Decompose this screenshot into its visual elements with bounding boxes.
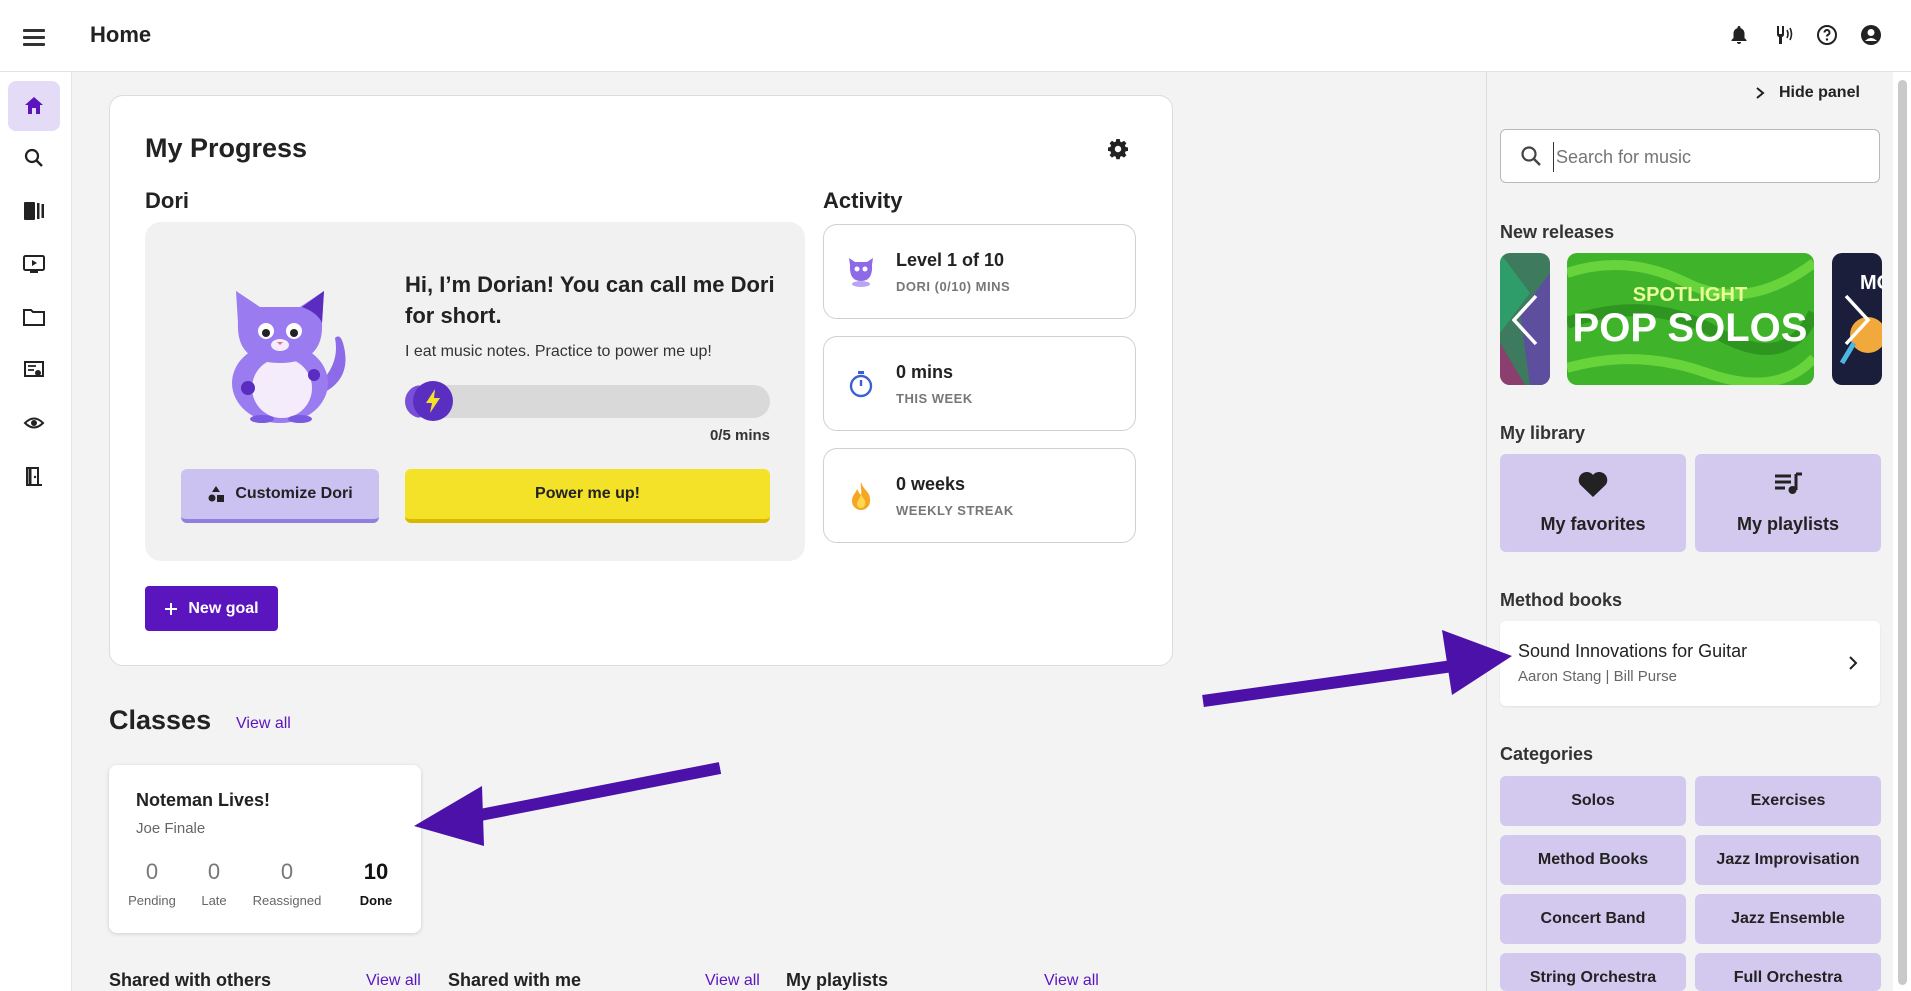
heart-icon (1500, 470, 1686, 498)
left-nav (0, 72, 72, 991)
practice-progress-bar (405, 385, 770, 418)
activity-sub-text: DORI (0/10) MINS (896, 279, 1011, 294)
category-full-orchestra[interactable]: Full Orchestra (1695, 953, 1881, 991)
activity-level-card[interactable]: Level 1 of 10 DORI (0/10) MINS (823, 224, 1136, 319)
plus-icon (165, 602, 178, 615)
shared-with-others-view-all[interactable]: View all (366, 972, 421, 990)
top-bar: Home (0, 0, 1911, 72)
category-solos[interactable]: Solos (1500, 776, 1686, 826)
pop-solos-label: POP SOLOS (1573, 306, 1808, 350)
release-tile-pop-solos[interactable]: SPOTLIGHT POP SOLOS (1567, 253, 1814, 385)
dori-greeting: Hi, I’m Dorian! You can call me Dori for… (405, 272, 775, 328)
activity-title-text: 0 mins (896, 362, 954, 382)
release-tile-partial-text: MO (1860, 272, 1882, 294)
video-icon[interactable] (8, 239, 60, 289)
customize-dori-button[interactable]: Customize Dori (181, 469, 379, 523)
activity-streak-card[interactable]: 0 weeks WEEKLY STREAK (823, 448, 1136, 543)
search-icon (1519, 144, 1543, 173)
stopwatch-icon (844, 367, 878, 401)
search-input[interactable] (1553, 142, 1863, 172)
my-playlists-button[interactable]: My playlists (1695, 454, 1881, 552)
top-actions (1727, 22, 1883, 48)
dori-title: Dori (145, 188, 189, 213)
folder-icon[interactable] (8, 292, 60, 342)
home-icon[interactable] (8, 81, 60, 131)
activity-sub-text: WEEKLY STREAK (896, 503, 1014, 518)
classes-view-all-link[interactable]: View all (236, 715, 291, 733)
account-icon[interactable] (1859, 22, 1883, 48)
category-exercises[interactable]: Exercises (1695, 776, 1881, 826)
page-title: Home (90, 22, 152, 47)
practice-minutes: 0/5 mins (709, 427, 770, 444)
chevron-right-icon (1756, 87, 1765, 99)
class-title: Noteman Lives! (136, 790, 271, 810)
activity-title-text: Level 1 of 10 (896, 250, 1005, 270)
class-teacher: Joe Finale (136, 820, 206, 837)
dori-subtext: I eat music notes. Practice to power me … (405, 343, 712, 360)
category-jazz-ensemble[interactable]: Jazz Ensemble (1695, 894, 1881, 944)
my-playlists-view-all[interactable]: View all (1044, 972, 1099, 990)
my-library-title: My library (1500, 423, 1586, 443)
scrollbar-thumb[interactable] (1898, 80, 1907, 985)
shapes-icon (208, 486, 225, 502)
flame-icon (844, 479, 878, 513)
hide-panel-label: Hide panel (1779, 84, 1860, 101)
help-icon[interactable] (1815, 22, 1839, 48)
certificate-icon[interactable] (8, 345, 60, 395)
power-me-up-button[interactable]: Power me up! (405, 469, 770, 523)
lightning-icon (413, 381, 453, 421)
method-book-title: Sound Innovations for Guitar (1518, 641, 1748, 661)
category-jazz-improvisation[interactable]: Jazz Improvisation (1695, 835, 1881, 885)
categories-title: Categories (1500, 744, 1594, 764)
tuner-icon[interactable] (8, 398, 60, 448)
carousel-prev-icon[interactable] (1510, 294, 1540, 351)
activity-sub-text: THIS WEEK (896, 391, 973, 406)
library-icon[interactable] (8, 186, 60, 236)
shared-with-me-view-all[interactable]: View all (705, 972, 760, 990)
arrow-to-method-book (1202, 630, 1512, 707)
method-books-title: Method books (1500, 590, 1622, 610)
bell-icon[interactable] (1727, 22, 1751, 48)
my-progress-title: My Progress (145, 133, 308, 163)
carousel-next-icon[interactable] (1842, 294, 1872, 351)
gear-icon[interactable] (1106, 137, 1130, 161)
new-goal-label: New goal (188, 599, 259, 617)
playlist-icon (1695, 470, 1881, 498)
new-goal-button[interactable]: New goal (145, 586, 278, 631)
dori-cat-illustration (218, 283, 358, 428)
my-favorites-label: My favorites (1540, 514, 1646, 534)
stat-reassigned: 0 Reassigned (252, 859, 322, 908)
arrow-to-class-card (414, 762, 722, 846)
my-playlists-label: My playlists (1736, 514, 1840, 534)
hide-panel-button[interactable]: Hide panel (1755, 84, 1860, 102)
category-method-books[interactable]: Method Books (1500, 835, 1686, 885)
menu-icon[interactable] (20, 26, 48, 46)
category-string-orchestra[interactable]: String Orchestra (1500, 953, 1686, 991)
my-playlists-title: My playlists (786, 970, 889, 990)
exit-icon[interactable] (8, 451, 60, 501)
category-concert-band[interactable]: Concert Band (1500, 894, 1686, 944)
activity-week-card[interactable]: 0 mins THIS WEEK (823, 336, 1136, 431)
customize-dori-label: Customize Dori (235, 485, 353, 502)
stat-done: 10 Done (359, 859, 393, 908)
search-icon[interactable] (8, 133, 60, 183)
chevron-right-icon (1848, 655, 1858, 676)
shared-with-others-title: Shared with others (109, 970, 272, 990)
new-releases-title: New releases (1500, 222, 1615, 242)
shared-with-me-title: Shared with me (448, 970, 582, 990)
activity-title-text: 0 weeks (896, 474, 966, 494)
my-favorites-button[interactable]: My favorites (1500, 454, 1686, 552)
tuning-fork-icon[interactable] (1771, 22, 1795, 48)
music-search[interactable] (1500, 129, 1880, 183)
method-book-authors: Aaron Stang | Bill Purse (1518, 668, 1677, 685)
stat-late: 0 Late (201, 859, 227, 908)
method-book-card[interactable]: Sound Innovations for Guitar Aaron Stang… (1500, 621, 1880, 706)
classes-title: Classes (109, 705, 212, 735)
activity-title: Activity (823, 188, 903, 213)
spotlight-label: SPOTLIGHT (1633, 284, 1747, 306)
dori-avatar-icon (844, 255, 878, 289)
class-card[interactable]: Noteman Lives! Joe Finale 0 Pending 0 Late… (109, 765, 421, 933)
